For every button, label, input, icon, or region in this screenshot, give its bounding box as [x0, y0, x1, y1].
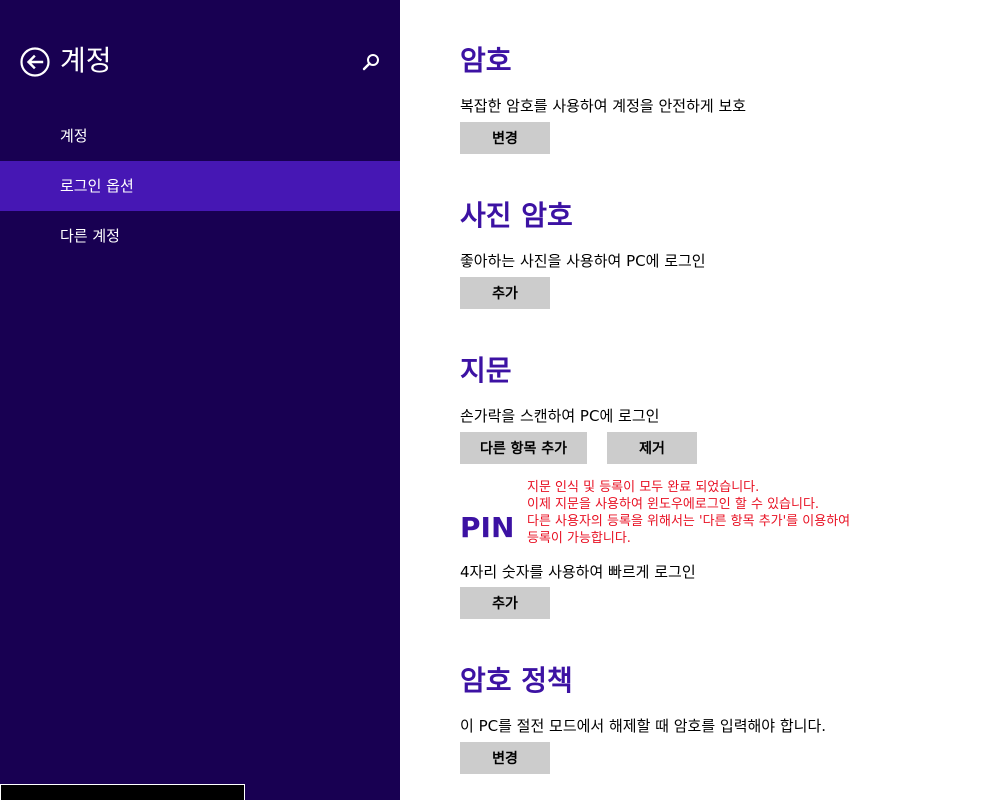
- main-content: 암호 복잡한 암호를 사용하여 계정을 안전하게 보호 변경 사진 암호 좋아하…: [400, 0, 1000, 800]
- fingerprint-add-another-button[interactable]: 다른 항목 추가: [460, 432, 587, 464]
- sidebar-title: 계정: [60, 44, 112, 77]
- annotation-line: 다른 사용자의 등록을 위해서는 '다른 항목 추가'를 이용하여: [527, 514, 851, 529]
- section-desc-picture-password: 좋아하는 사진을 사용하여 PC에 로그인: [460, 252, 706, 270]
- sidebar-item-account[interactable]: 계정: [0, 111, 400, 161]
- section-desc-fingerprint: 손가락을 스캔하여 PC에 로그인: [460, 407, 660, 425]
- section-desc-password-policy: 이 PC를 절전 모드에서 해제할 때 암호를 입력해야 합니다.: [460, 717, 827, 735]
- section-picture-password: 사진 암호 좋아하는 사진을 사용하여 PC에 로그인: [460, 198, 706, 271]
- sidebar-nav: 계정 로그인 옵션 다른 계정: [0, 111, 400, 261]
- section-title-password-policy: 암호 정책: [460, 664, 573, 697]
- sidebar-item-other-accounts[interactable]: 다른 계정: [0, 211, 400, 261]
- section-title-fingerprint: 지문: [460, 354, 512, 387]
- back-arrow-circle-icon: [20, 47, 50, 77]
- section-desc-password: 복잡한 암호를 사용하여 계정을 안전하게 보호: [460, 97, 747, 115]
- sidebar-item-sign-in-options[interactable]: 로그인 옵션: [0, 161, 400, 211]
- taskbar-edge: [0, 784, 245, 800]
- annotation-line: 이제 지문을 사용하여 윈도우에로그인 할 수 있습니다.: [527, 497, 820, 512]
- section-title-picture-password: 사진 암호: [460, 199, 573, 232]
- annotation-note: 지문 인식 및 등록이 모두 완료 되었습니다. 이제 지문을 사용하여 윈도우…: [527, 479, 947, 547]
- section-fingerprint: 지문 손가락을 스캔하여 PC에 로그인: [460, 353, 659, 426]
- annotation-line: 등록이 가능합니다.: [527, 531, 631, 546]
- picture-password-add-button[interactable]: 추가: [460, 277, 550, 309]
- pin-add-button[interactable]: 추가: [460, 587, 550, 619]
- password-change-button[interactable]: 변경: [460, 122, 550, 154]
- search-button[interactable]: [360, 52, 382, 74]
- back-button[interactable]: [20, 47, 50, 77]
- password-policy-change-button[interactable]: 변경: [460, 742, 550, 774]
- section-title-password: 암호: [460, 44, 512, 77]
- section-password-policy: 암호 정책 이 PC를 절전 모드에서 해제할 때 암호를 입력해야 합니다.: [460, 663, 826, 736]
- fingerprint-remove-button[interactable]: 제거: [607, 432, 697, 464]
- search-icon: [362, 54, 379, 71]
- sidebar: 계정 계정 로그인 옵션 다른 계정: [0, 0, 400, 800]
- annotation-line: 지문 인식 및 등록이 모두 완료 되었습니다.: [527, 480, 760, 495]
- section-password: 암호 복잡한 암호를 사용하여 계정을 안전하게 보호: [460, 43, 746, 116]
- section-desc-pin: 4자리 숫자를 사용하여 빠르게 로그인: [460, 563, 696, 581]
